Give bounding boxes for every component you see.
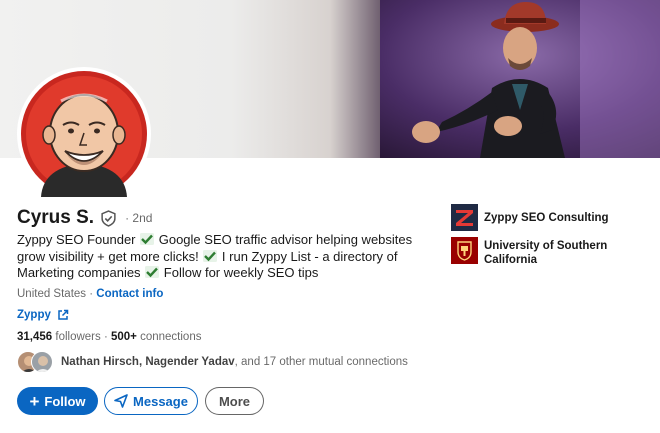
headline-part: Zyppy SEO Founder xyxy=(17,232,140,247)
org-item-usc[interactable]: University of Southern California xyxy=(451,237,614,267)
more-label: More xyxy=(218,393,251,409)
send-icon xyxy=(114,394,128,408)
profile-name: Cyrus S. xyxy=(17,207,95,228)
zyppy-logo-icon xyxy=(451,204,478,231)
organizations-list: Zyppy SEO Consulting University of South… xyxy=(451,204,614,273)
message-label: Message xyxy=(133,393,188,409)
connections-label: connections xyxy=(136,331,202,343)
avatar xyxy=(31,351,53,373)
mutual-suffix: , and 17 other mutual connections xyxy=(234,356,408,368)
connections-count: 500+ xyxy=(111,331,137,343)
separator: · xyxy=(100,331,111,343)
website-label: Zyppy xyxy=(17,309,51,321)
mutual-names: Nathan Hirsch, Nagender Yadav xyxy=(61,356,235,368)
green-check-icon xyxy=(203,249,218,262)
green-check-icon xyxy=(145,266,160,278)
follow-label: Follow xyxy=(44,393,86,409)
separator: · xyxy=(86,288,97,300)
follow-button[interactable]: + Follow xyxy=(17,387,98,415)
headline-part: Follow for weekly SEO tips xyxy=(160,265,319,280)
connections-link[interactable]: 500+ connections xyxy=(111,331,201,343)
green-check-icon xyxy=(140,233,155,245)
profile-location-row: United States · Contact info xyxy=(17,288,163,300)
mutual-connections[interactable]: Nathan Hirsch, Nagender Yadav, and 17 ot… xyxy=(17,351,408,373)
org-name: University of Southern California xyxy=(484,240,608,266)
usc-seal-icon xyxy=(451,237,478,264)
verified-shield-icon[interactable] xyxy=(100,209,117,227)
plus-icon: + xyxy=(29,391,40,411)
cartoon-portrait xyxy=(21,71,147,197)
message-button[interactable]: Message xyxy=(104,387,198,415)
connection-degree: · 2nd xyxy=(125,211,153,225)
followers-label: followers xyxy=(52,331,101,343)
location-text: United States xyxy=(17,288,87,300)
external-link-icon xyxy=(58,309,69,320)
org-item-zyppy[interactable]: Zyppy SEO Consulting xyxy=(451,204,614,231)
contact-info-link[interactable]: Contact info xyxy=(96,288,163,300)
more-button[interactable]: More xyxy=(205,387,264,415)
mutual-avatars xyxy=(17,351,53,373)
profile-headline: Zyppy SEO Founder Google SEO traffic adv… xyxy=(17,232,417,282)
followers-row: 31,456 followers · 500+ connections xyxy=(17,331,201,343)
profile-avatar[interactable] xyxy=(17,67,151,201)
website-link[interactable]: Zyppy xyxy=(17,309,69,321)
speaker-photo xyxy=(380,0,660,158)
followers-count: 31,456 xyxy=(17,331,53,343)
org-name: Zyppy SEO Consulting xyxy=(484,212,609,224)
